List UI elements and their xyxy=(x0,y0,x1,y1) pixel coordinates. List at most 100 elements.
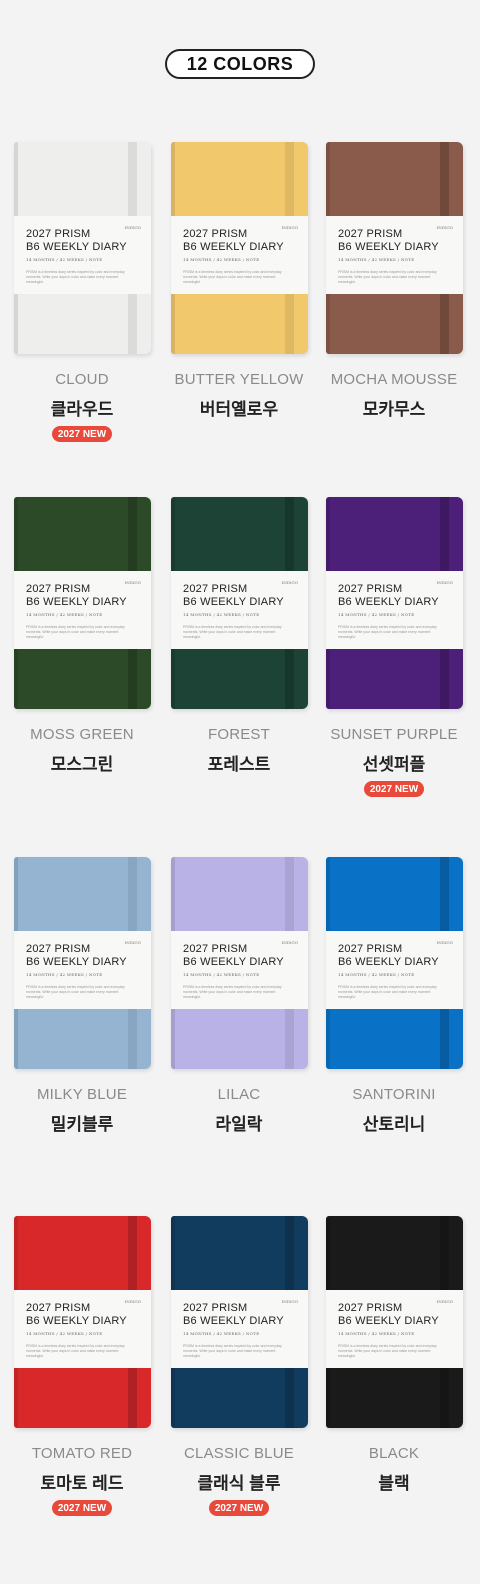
sleeve-subtitle: 14 MONTHS / 42 WEEKS / NOTE xyxy=(26,972,103,977)
product-sleeve: INDIGO 2027 PRISM B6 WEEKLY DIARY 14 MONTHS… xyxy=(326,931,463,1009)
sleeve-brand: INDIGO xyxy=(281,940,298,945)
new-badge: 2027 NEW xyxy=(364,781,424,797)
sleeve-brand: INDIGO xyxy=(281,580,298,585)
color-name-ko: 블랙 xyxy=(378,1474,410,1493)
color-name-en: SANTORINI xyxy=(352,1086,436,1103)
sleeve-description: PRISM is a timeless diary series inspire… xyxy=(183,270,282,284)
new-badge: 2027 NEW xyxy=(52,1500,112,1516)
sleeve-title-line2: B6 WEEKLY DIARY xyxy=(338,956,439,968)
sleeve-brand: INDIGO xyxy=(124,1299,141,1304)
product-sleeve: INDIGO 2027 PRISM B6 WEEKLY DIARY 14 MONTHS… xyxy=(171,216,308,294)
sleeve-title-line2: B6 WEEKLY DIARY xyxy=(26,596,127,608)
sleeve-description: PRISM is a timeless diary series inspire… xyxy=(26,985,125,999)
sleeve-description: PRISM is a timeless diary series inspire… xyxy=(26,1344,125,1358)
diary-image: INDIGO 2027 PRISM B6 WEEKLY DIARY 14 MONTHS… xyxy=(171,1216,308,1428)
diary-image: INDIGO 2027 PRISM B6 WEEKLY DIARY 14 MONTHS… xyxy=(171,497,308,709)
sleeve-description: PRISM is a timeless diary series inspire… xyxy=(26,270,125,284)
section-title-pill: 12 COLORS xyxy=(165,49,315,79)
sleeve-subtitle: 14 MONTHS / 42 WEEKS / NOTE xyxy=(338,972,415,977)
color-name-ko: 클래식 블루 xyxy=(197,1474,281,1493)
sleeve-brand: INDIGO xyxy=(124,225,141,230)
diary-image: INDIGO 2027 PRISM B6 WEEKLY DIARY 14 MONTHS… xyxy=(14,497,151,709)
sleeve-description: PRISM is a timeless diary series inspire… xyxy=(183,625,282,639)
sleeve-title-line2: B6 WEEKLY DIARY xyxy=(183,596,284,608)
color-name-ko: 산토리니 xyxy=(362,1115,426,1134)
color-name-en: CLASSIC BLUE xyxy=(184,1445,294,1462)
diary-image: INDIGO 2027 PRISM B6 WEEKLY DIARY 14 MONTHS… xyxy=(14,142,151,354)
product-sleeve: INDIGO 2027 PRISM B6 WEEKLY DIARY 14 MONTHS… xyxy=(14,931,151,1009)
diary-image: INDIGO 2027 PRISM B6 WEEKLY DIARY 14 MONTHS… xyxy=(326,1216,463,1428)
color-name-en: MILKY BLUE xyxy=(36,1086,128,1103)
sleeve-description: PRISM is a timeless diary series inspire… xyxy=(183,1344,282,1358)
product-sleeve: INDIGO 2027 PRISM B6 WEEKLY DIARY 14 MONTHS… xyxy=(14,571,151,649)
sleeve-brand: INDIGO xyxy=(436,1299,453,1304)
product-sleeve: INDIGO 2027 PRISM B6 WEEKLY DIARY 14 MONTHS… xyxy=(326,1290,463,1368)
color-name-en: LILAC xyxy=(217,1086,261,1103)
sleeve-brand: INDIGO xyxy=(281,1299,298,1304)
sleeve-description: PRISM is a timeless diary series inspire… xyxy=(338,270,437,284)
sleeve-title-line2: B6 WEEKLY DIARY xyxy=(183,241,284,253)
product-sleeve: INDIGO 2027 PRISM B6 WEEKLY DIARY 14 MONTHS… xyxy=(171,931,308,1009)
color-name-ko: 토마토 레드 xyxy=(40,1474,124,1493)
sleeve-description: PRISM is a timeless diary series inspire… xyxy=(26,625,125,639)
diary-image: INDIGO 2027 PRISM B6 WEEKLY DIARY 14 MONTHS… xyxy=(171,142,308,354)
color-name-ko: 포레스트 xyxy=(207,755,271,774)
product-sleeve: INDIGO 2027 PRISM B6 WEEKLY DIARY 14 MONTHS… xyxy=(14,216,151,294)
sleeve-description: PRISM is a timeless diary series inspire… xyxy=(338,985,437,999)
sleeve-subtitle: 14 MONTHS / 42 WEEKS / NOTE xyxy=(338,1331,415,1336)
color-name-en: CLOUD xyxy=(55,371,109,388)
sleeve-description: PRISM is a timeless diary series inspire… xyxy=(338,625,437,639)
sleeve-title-line2: B6 WEEKLY DIARY xyxy=(338,241,439,253)
color-name-en: MOSS GREEN xyxy=(30,726,134,743)
color-name-en: BUTTER YELLOW xyxy=(174,371,304,388)
section-title: 12 COLORS xyxy=(186,53,294,74)
sleeve-subtitle: 14 MONTHS / 42 WEEKS / NOTE xyxy=(338,612,415,617)
color-name-en: MOCHA MOUSSE xyxy=(330,371,458,388)
color-name-ko: 클라우드 xyxy=(50,400,114,419)
color-name-ko: 라일락 xyxy=(215,1115,263,1134)
diary-image: INDIGO 2027 PRISM B6 WEEKLY DIARY 14 MONTHS… xyxy=(326,142,463,354)
sleeve-description: PRISM is a timeless diary series inspire… xyxy=(183,985,282,999)
sleeve-title-line2: B6 WEEKLY DIARY xyxy=(338,1315,439,1327)
diary-image: INDIGO 2027 PRISM B6 WEEKLY DIARY 14 MONTHS… xyxy=(171,857,308,1069)
sleeve-subtitle: 14 MONTHS / 42 WEEKS / NOTE xyxy=(26,257,103,262)
diary-image: INDIGO 2027 PRISM B6 WEEKLY DIARY 14 MONTHS… xyxy=(14,1216,151,1428)
color-name-en: FOREST xyxy=(207,726,271,743)
sleeve-title-line2: B6 WEEKLY DIARY xyxy=(183,1315,284,1327)
sleeve-title-line2: B6 WEEKLY DIARY xyxy=(26,956,127,968)
diary-image: INDIGO 2027 PRISM B6 WEEKLY DIARY 14 MONTHS… xyxy=(14,857,151,1069)
color-name-ko: 모스그린 xyxy=(50,755,114,774)
sleeve-brand: INDIGO xyxy=(436,940,453,945)
sleeve-subtitle: 14 MONTHS / 42 WEEKS / NOTE xyxy=(26,612,103,617)
sleeve-brand: INDIGO xyxy=(281,225,298,230)
color-name-ko: 모카무스 xyxy=(362,400,426,419)
diary-image: INDIGO 2027 PRISM B6 WEEKLY DIARY 14 MONTHS… xyxy=(326,857,463,1069)
sleeve-subtitle: 14 MONTHS / 42 WEEKS / NOTE xyxy=(338,257,415,262)
sleeve-subtitle: 14 MONTHS / 42 WEEKS / NOTE xyxy=(183,612,260,617)
sleeve-subtitle: 14 MONTHS / 42 WEEKS / NOTE xyxy=(26,1331,103,1336)
sleeve-brand: INDIGO xyxy=(124,940,141,945)
color-name-ko: 밀키블루 xyxy=(50,1115,114,1134)
color-name-ko: 버터옐로우 xyxy=(199,400,279,419)
product-sleeve: INDIGO 2027 PRISM B6 WEEKLY DIARY 14 MONTHS… xyxy=(326,571,463,649)
product-sleeve: INDIGO 2027 PRISM B6 WEEKLY DIARY 14 MONTHS… xyxy=(326,216,463,294)
diary-image: INDIGO 2027 PRISM B6 WEEKLY DIARY 14 MONTHS… xyxy=(326,497,463,709)
sleeve-title-line2: B6 WEEKLY DIARY xyxy=(26,241,127,253)
sleeve-subtitle: 14 MONTHS / 42 WEEKS / NOTE xyxy=(183,1331,260,1336)
product-sleeve: INDIGO 2027 PRISM B6 WEEKLY DIARY 14 MONTHS… xyxy=(171,571,308,649)
sleeve-subtitle: 14 MONTHS / 42 WEEKS / NOTE xyxy=(183,257,260,262)
new-badge: 2027 NEW xyxy=(52,426,112,442)
product-sleeve: INDIGO 2027 PRISM B6 WEEKLY DIARY 14 MONTHS… xyxy=(14,1290,151,1368)
new-badge: 2027 NEW xyxy=(209,1500,269,1516)
sleeve-brand: INDIGO xyxy=(124,580,141,585)
color-name-ko: 선셋퍼플 xyxy=(362,755,426,774)
sleeve-description: PRISM is a timeless diary series inspire… xyxy=(338,1344,437,1358)
sleeve-title-line2: B6 WEEKLY DIARY xyxy=(338,596,439,608)
sleeve-brand: INDIGO xyxy=(436,580,453,585)
color-name-en: TOMATO RED xyxy=(31,1445,133,1462)
color-name-en: SUNSET PURPLE xyxy=(330,726,458,743)
sleeve-title-line2: B6 WEEKLY DIARY xyxy=(26,1315,127,1327)
sleeve-brand: INDIGO xyxy=(436,225,453,230)
sleeve-subtitle: 14 MONTHS / 42 WEEKS / NOTE xyxy=(183,972,260,977)
color-name-en: BLACK xyxy=(368,1445,420,1462)
